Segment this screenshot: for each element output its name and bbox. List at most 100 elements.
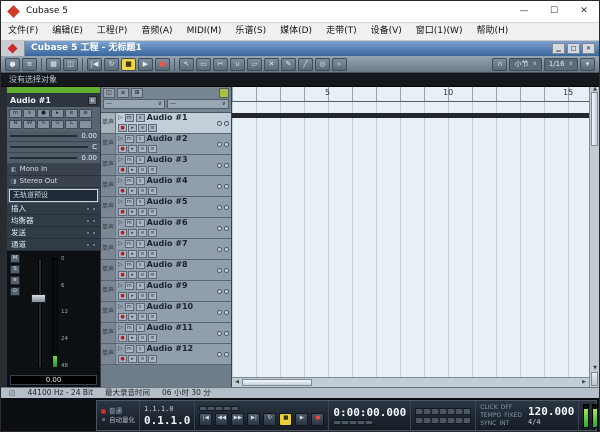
toolbar-stop-button[interactable]: ■ [121, 58, 136, 71]
solo-button[interactable]: s [136, 303, 145, 311]
goto-end-button[interactable]: ▶| [247, 413, 260, 426]
track-edit-button[interactable]: e [138, 166, 147, 174]
mute-button[interactable]: m [125, 198, 134, 206]
inspector-section-header[interactable]: 插入 [7, 203, 100, 215]
inspector-button[interactable]: ⊙ [51, 120, 64, 129]
inspector-button[interactable]: W [23, 120, 36, 129]
track-expand-icon[interactable]: ▷ [118, 136, 123, 142]
track-edit-button[interactable]: e [138, 145, 147, 153]
erase-tool[interactable]: ▱ [247, 58, 262, 71]
volume-row[interactable]: 0.00 [7, 131, 100, 142]
output-routing-row[interactable]: ◨ Stereo Out [7, 176, 100, 188]
track-edit-button[interactable]: e [138, 334, 147, 342]
track-row[interactable]: 单声 ▷ m s Audio #10 ● ▸ e [101, 302, 231, 323]
track-expand-icon[interactable]: ▷ [118, 262, 123, 268]
overview-button[interactable]: ▦ [46, 58, 61, 71]
track-name[interactable]: Audio #9 [147, 282, 188, 290]
marker-buttons-row[interactable] [415, 417, 471, 424]
project-restore-button[interactable]: □ [567, 43, 580, 54]
channel-strip-button[interactable]: e [10, 276, 20, 285]
track-lock-button[interactable]: ≡ [148, 355, 157, 363]
channel-strip-button[interactable]: M [10, 254, 20, 263]
track-name[interactable]: Audio #3 [147, 156, 188, 164]
mute-button[interactable]: m [125, 282, 134, 290]
scroll-left-icon[interactable]: ◀ [232, 378, 242, 387]
track-filter-select[interactable]: — ∨ [103, 99, 165, 109]
track-expand-icon[interactable]: ▷ [118, 283, 123, 289]
record-enable-button[interactable]: ● [118, 292, 127, 300]
track-edit-button[interactable]: e [138, 313, 147, 321]
marker-buttons-row[interactable] [415, 408, 471, 415]
track-edit-button[interactable]: e [138, 250, 147, 258]
track-lock-button[interactable]: ≡ [148, 166, 157, 174]
track-lock-button[interactable]: ≡ [148, 124, 157, 132]
vertical-scrollbar[interactable]: ▲ ▼ [589, 87, 599, 387]
track-row[interactable]: 单声 ▷ m s Audio #2 ● ▸ e [101, 134, 231, 155]
record-enable-button[interactable]: ● [118, 229, 127, 237]
monitor-button[interactable]: ▸ [128, 271, 137, 279]
track-edit-button[interactable]: e [138, 292, 147, 300]
track-visibility-button[interactable]: ◫ [103, 88, 115, 98]
monitor-button[interactable]: ▸ [128, 208, 137, 216]
track-row[interactable]: 单声 ▷ m s Audio #7 ● ▸ e [101, 239, 231, 260]
mute-button[interactable]: m [125, 177, 134, 185]
monitor-button[interactable]: ▸ [128, 292, 137, 300]
solo-button[interactable]: s [136, 324, 145, 332]
scroll-right-icon[interactable]: ▶ [579, 378, 589, 387]
mute-button[interactable]: m [125, 219, 134, 227]
track-edit-button[interactable]: e [138, 208, 147, 216]
track-row[interactable]: 单声 ▷ m s Audio #6 ● ▸ e [101, 218, 231, 239]
track-expand-icon[interactable]: ▷ [118, 199, 123, 205]
track-name[interactable]: Audio #10 [147, 303, 193, 311]
track-lock-button[interactable]: ≡ [148, 229, 157, 237]
record-enable-button[interactable]: ● [118, 271, 127, 279]
goto-start-button[interactable]: |◀ [199, 413, 212, 426]
inspector-button[interactable]: R [9, 120, 22, 129]
inspector-button[interactable]: ▸ [51, 109, 64, 118]
activate-project-button[interactable]: ● [5, 58, 20, 71]
timecode-display[interactable]: 0:00:00.000 [333, 407, 406, 418]
track-expand-icon[interactable]: ▷ [118, 325, 123, 331]
monitor-button[interactable]: ▸ [128, 355, 137, 363]
menu-item[interactable]: 设备(V) [364, 23, 409, 40]
track-edit-button[interactable]: e [138, 124, 147, 132]
inspector-button[interactable]: L [65, 120, 78, 129]
grid-type-select[interactable]: 小节 ∨ [509, 58, 541, 71]
volume-slider[interactable] [10, 135, 77, 137]
track-expand-icon[interactable]: ▷ [118, 346, 123, 352]
menu-item[interactable]: 走带(T) [319, 23, 364, 40]
open-dot-icon[interactable] [92, 231, 96, 235]
menu-item[interactable]: 帮助(H) [469, 23, 515, 40]
track-edit-button[interactable]: e [138, 229, 147, 237]
track-expand-icon[interactable]: ▷ [118, 157, 123, 163]
bypass-dot-icon[interactable] [86, 243, 90, 247]
inspector-button[interactable]: ● [37, 109, 50, 118]
track-name[interactable]: Audio #8 [147, 261, 188, 269]
inspector-button[interactable]: · [79, 120, 92, 129]
menu-item[interactable]: 工程(P) [90, 23, 134, 40]
open-dot-icon[interactable] [92, 243, 96, 247]
play-tool[interactable]: ▹ [332, 58, 347, 71]
inspector-section-header[interactable]: 通道 [7, 239, 100, 251]
bypass-dot-icon[interactable] [86, 219, 90, 223]
track-color-bar[interactable] [7, 87, 100, 94]
position-display[interactable]: 0.1.1.0 [144, 415, 190, 426]
edit-channel-button[interactable]: e [88, 96, 97, 105]
monitor-button[interactable]: ▸ [128, 124, 137, 132]
delay-slider[interactable] [10, 157, 77, 159]
horizontal-scrollbar[interactable]: ◀ ▶ [232, 377, 589, 387]
open-dot-icon[interactable] [92, 207, 96, 211]
open-dot-icon[interactable] [92, 219, 96, 223]
close-button[interactable]: ✕ [569, 1, 599, 22]
track-expand-icon[interactable]: ▷ [118, 304, 123, 310]
project-icon-cell[interactable] [1, 41, 25, 56]
track-name[interactable]: Audio #5 [147, 198, 188, 206]
track-lock-button[interactable]: ≡ [148, 292, 157, 300]
solo-button[interactable]: s [136, 156, 145, 164]
timeline-ruler[interactable]: 5 10 15 [232, 87, 589, 102]
solo-button[interactable]: s [136, 198, 145, 206]
mute-tool[interactable]: ✕ [264, 58, 279, 71]
channel-fader[interactable] [29, 254, 49, 372]
record-enable-button[interactable]: ● [118, 208, 127, 216]
monitor-button[interactable]: ▸ [128, 166, 137, 174]
